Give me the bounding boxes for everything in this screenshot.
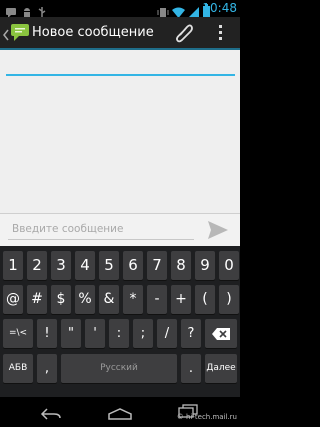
key-backspace[interactable]	[205, 319, 237, 348]
page-title: Новое сообщение	[32, 25, 154, 40]
key-hash[interactable]: #	[27, 285, 47, 314]
key-asterisk[interactable]: *	[123, 285, 143, 314]
key-paren-close[interactable]: )	[219, 285, 239, 314]
compose-area	[0, 50, 240, 213]
key-minus[interactable]: -	[147, 285, 167, 314]
message-bar: Введите сообщение	[0, 213, 240, 246]
key-2[interactable]: 2	[27, 251, 47, 280]
watermark: © hi-tech.mail.ru	[176, 413, 237, 421]
back-chevron-icon[interactable]	[3, 26, 9, 45]
message-input[interactable]: Введите сообщение	[8, 218, 194, 240]
back-icon[interactable]	[40, 405, 62, 424]
status-bar: 10:48	[0, 0, 240, 18]
recipient-field[interactable]	[6, 58, 235, 76]
key-at[interactable]: @	[3, 285, 23, 314]
key-period[interactable]: .	[181, 354, 201, 383]
key-5[interactable]: 5	[99, 251, 119, 280]
key-ampersand[interactable]: &	[99, 285, 119, 314]
backspace-icon	[212, 326, 230, 341]
key-8[interactable]: 8	[171, 251, 191, 280]
key-double-quote[interactable]: "	[61, 319, 81, 348]
key-paren-open[interactable]: (	[195, 285, 215, 314]
key-slash[interactable]: /	[157, 319, 177, 348]
key-space[interactable]: Русский	[61, 354, 177, 383]
clock: 10:48	[202, 1, 237, 15]
key-percent[interactable]: %	[75, 285, 95, 314]
key-alphabet-switch[interactable]: АБВ	[3, 354, 33, 383]
key-4[interactable]: 4	[75, 251, 95, 280]
key-dollar[interactable]: $	[51, 285, 71, 314]
overflow-menu-icon[interactable]	[219, 25, 223, 45]
key-single-quote[interactable]: '	[85, 319, 105, 348]
key-colon[interactable]: :	[109, 319, 129, 348]
key-comma[interactable]: ,	[37, 354, 57, 383]
send-icon[interactable]	[207, 220, 229, 244]
messaging-app-icon[interactable]	[10, 22, 30, 46]
key-9[interactable]: 9	[195, 251, 215, 280]
key-1[interactable]: 1	[3, 251, 23, 280]
key-enter-next[interactable]: Далее	[205, 354, 237, 383]
key-7[interactable]: 7	[147, 251, 167, 280]
action-bar: Новое сообщение	[0, 17, 240, 50]
key-exclamation[interactable]: !	[37, 319, 57, 348]
key-6[interactable]: 6	[123, 251, 143, 280]
key-0[interactable]: 0	[219, 251, 239, 280]
key-plus[interactable]: +	[171, 285, 191, 314]
key-more-symbols[interactable]: =\<	[3, 319, 33, 348]
attach-paperclip-icon[interactable]	[175, 23, 193, 47]
key-semicolon[interactable]: ;	[133, 319, 153, 348]
home-icon[interactable]	[107, 405, 133, 424]
key-question[interactable]: ?	[181, 319, 201, 348]
key-3[interactable]: 3	[51, 251, 71, 280]
navigation-bar: © hi-tech.mail.ru	[0, 397, 240, 427]
keyboard: 1 2 3 4 5 6 7 8 9 0 @ # $ % & * - + ( ) …	[0, 246, 240, 397]
